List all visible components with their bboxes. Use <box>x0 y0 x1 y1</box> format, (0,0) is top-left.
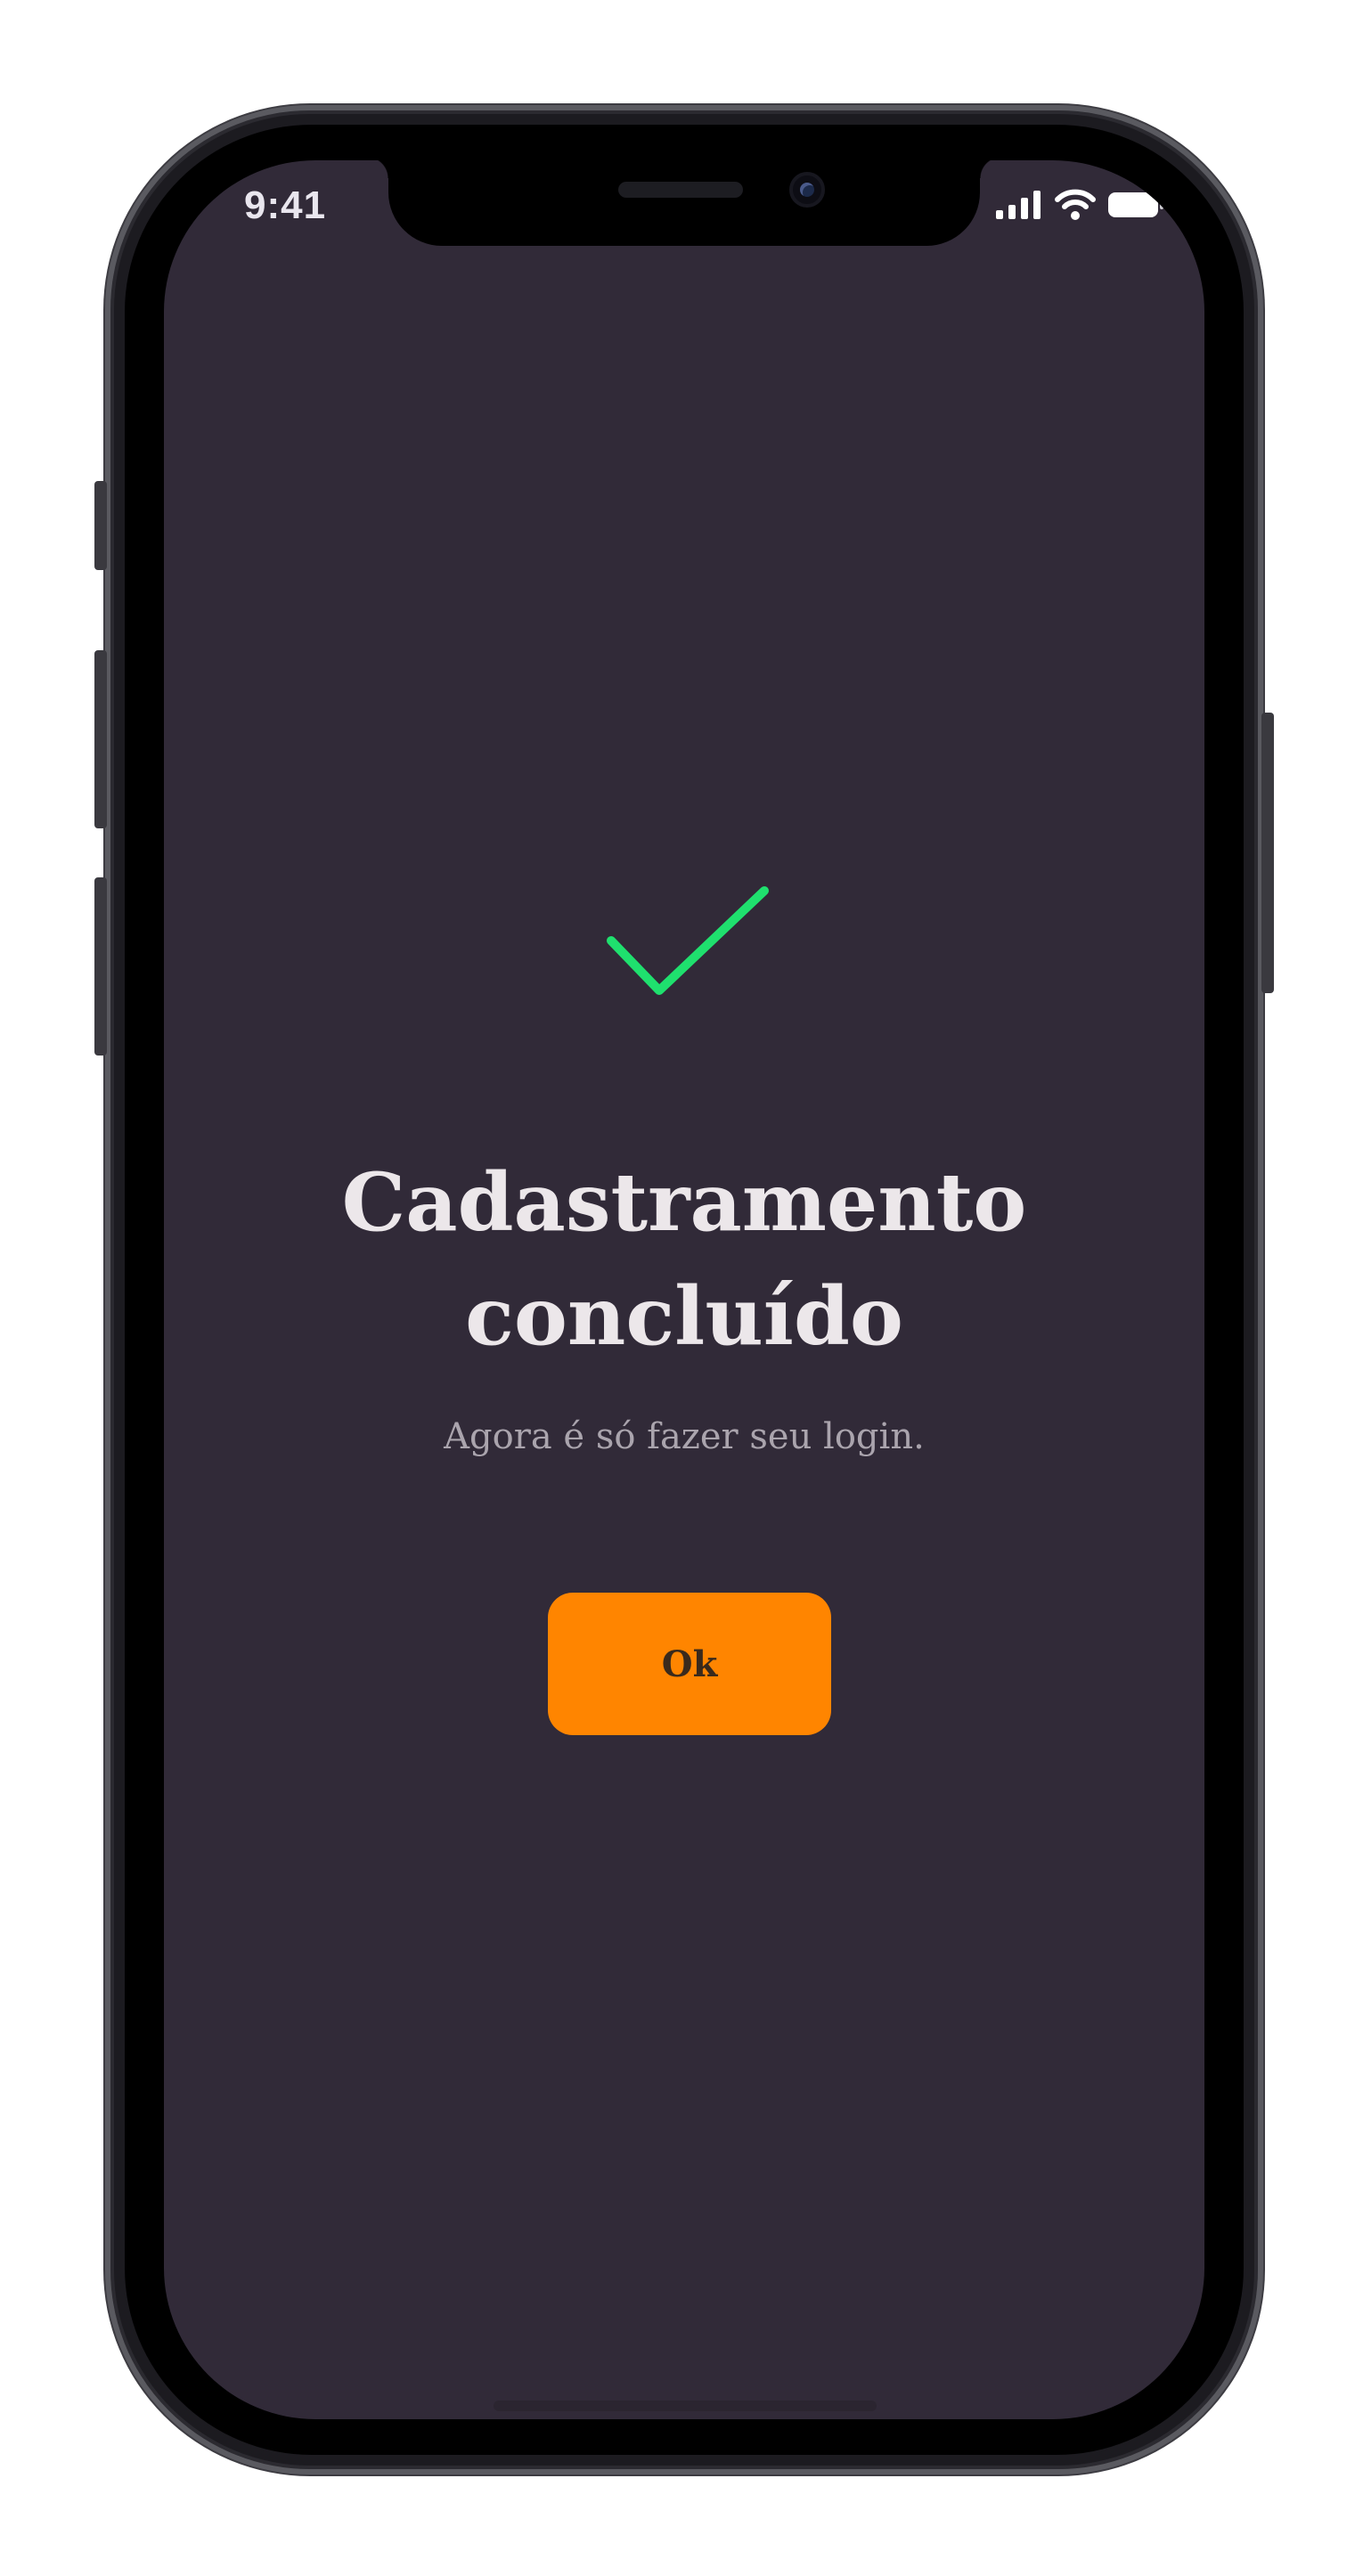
status-bar-icons <box>994 187 1165 226</box>
cellular-signal-icon <box>994 189 1044 225</box>
power-button <box>1261 713 1274 993</box>
volume-down-button <box>94 877 107 1056</box>
battery-icon <box>1106 189 1165 225</box>
page-subtitle: Agora é só fazer seu login. <box>444 1416 925 1457</box>
volume-up-button <box>94 650 107 828</box>
notch <box>367 160 1001 246</box>
silent-switch <box>94 481 107 570</box>
title-line-2: concluído <box>465 1269 903 1364</box>
ok-button[interactable]: Ok <box>548 1593 831 1735</box>
status-bar-time: 9:41 <box>244 183 327 227</box>
home-indicator[interactable] <box>494 2401 877 2411</box>
page-title: Cadastramento concluído <box>164 1145 1204 1374</box>
checkmark-icon <box>604 882 773 1007</box>
app-screen: 9:41 Cadastramento concluído Agora é só … <box>164 160 1204 2419</box>
title-line-1: Cadastramento <box>341 1155 1027 1250</box>
speaker-grille <box>618 182 743 198</box>
front-camera <box>789 172 825 208</box>
wifi-icon <box>1055 189 1096 225</box>
